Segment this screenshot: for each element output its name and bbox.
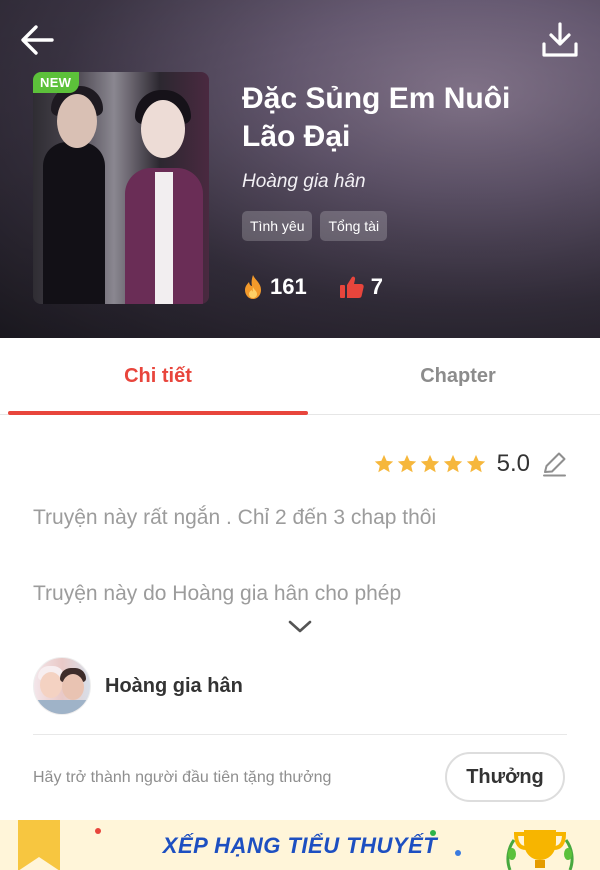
star-icon (374, 454, 393, 473)
tag-list: Tình yêu Tổng tài (242, 211, 388, 241)
book-header: NEW Đặc Sủng Em Nuôi Lão Đại Hoàng gia h… (0, 0, 600, 338)
reward-prompt: Hãy trở thành người đầu tiên tặng thưởng (33, 769, 332, 786)
fire-icon (245, 275, 261, 299)
download-button[interactable] (540, 20, 580, 60)
book-stats: 161 7 (242, 274, 383, 300)
tag-love[interactable]: Tình yêu (242, 211, 313, 241)
chevron-down-icon[interactable] (287, 617, 313, 637)
book-title: Đặc Sủng Em Nuôi Lão Đại (242, 82, 511, 153)
download-icon (542, 22, 578, 57)
edit-rating-icon[interactable] (540, 450, 568, 478)
reward-button[interactable]: Thưởng (445, 752, 565, 802)
book-author[interactable]: Hoàng gia hân (242, 171, 366, 193)
tab-details[interactable]: Chi tiết (8, 338, 308, 414)
description-line: Truyện này rất ngắn . Chỉ 2 đến 3 chap t… (33, 506, 437, 529)
tab-chapter[interactable]: Chapter (308, 338, 600, 414)
author-profile[interactable]: Hoàng gia hân (33, 657, 243, 715)
ranking-banner[interactable]: XẾP HẠNG TIỂU THUYẾT (0, 820, 600, 870)
star-icon (443, 454, 462, 473)
likes-count: 7 (370, 274, 383, 299)
back-arrow-icon (21, 25, 54, 55)
tab-bar: Chi tiết Chapter (0, 338, 600, 415)
active-tab-indicator (8, 411, 308, 415)
new-badge: NEW (33, 72, 80, 93)
author-name[interactable]: Hoàng gia hân (105, 675, 243, 698)
star-icon (466, 454, 485, 473)
views-count: 161 (270, 274, 307, 299)
description-line: Truyện này do Hoàng gia hân cho phép (33, 582, 402, 605)
book-cover-image (33, 72, 209, 304)
star-icon (420, 454, 439, 473)
thumbs-up-icon (339, 276, 364, 298)
likes-stat: 7 (339, 274, 383, 300)
divider (33, 734, 567, 735)
tag-ceo[interactable]: Tổng tài (320, 211, 388, 241)
rating-stars (373, 453, 487, 475)
trophy-icon (506, 830, 574, 870)
rating-row: 5.0 (373, 450, 568, 478)
rating-value: 5.0 (496, 450, 530, 477)
back-button[interactable] (18, 20, 58, 60)
views-stat: 161 (242, 274, 307, 300)
star-icon (397, 454, 416, 473)
avatar[interactable] (33, 657, 91, 715)
